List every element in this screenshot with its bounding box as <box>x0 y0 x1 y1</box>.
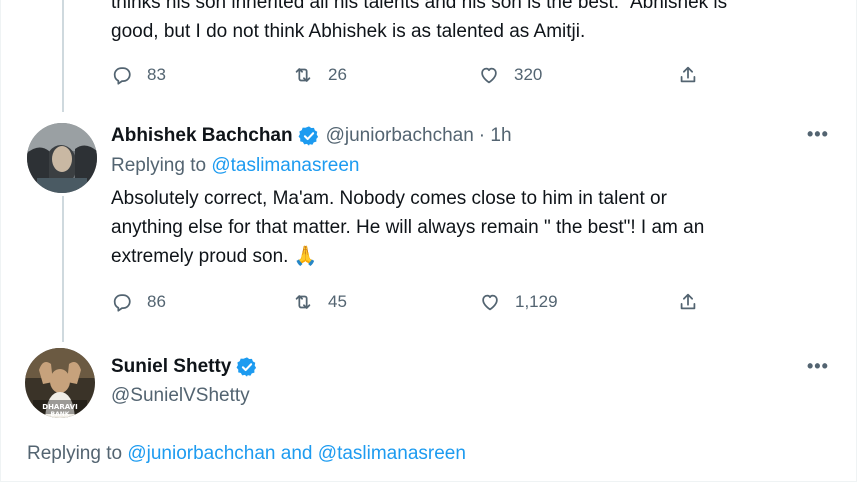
tweet-1-text-line-1: thinks his son inherited all his talents… <box>111 0 728 13</box>
svg-text:DHARAVI: DHARAVI <box>42 403 77 411</box>
tweet-2-actions: 86 45 1,129 <box>111 291 699 313</box>
retweet-button[interactable]: 26 <box>292 64 478 86</box>
share-icon <box>680 66 696 83</box>
thread-line-top <box>62 0 64 112</box>
replying-label: Replying to <box>111 155 212 176</box>
like-button[interactable]: 320 <box>478 64 677 86</box>
like-count: 1,129 <box>515 292 558 311</box>
avatar-suniel-image: DHARAVI BANK <box>25 348 95 418</box>
share-button[interactable] <box>677 64 699 86</box>
reply-count: 83 <box>147 65 166 84</box>
replying-and: and <box>275 443 318 464</box>
more-icon[interactable]: ••• <box>807 356 829 377</box>
tweet-2-text-line-1: Absolutely correct, Ma'am. Nobody comes … <box>111 188 667 209</box>
retweet-icon <box>295 68 311 82</box>
verified-badge-icon <box>236 357 257 377</box>
replying-to-link[interactable]: @taslimanasreen <box>211 155 359 176</box>
replying-to-link-2[interactable]: @taslimanasreen <box>318 443 466 464</box>
share-button[interactable] <box>677 291 699 313</box>
reply-count: 86 <box>147 292 166 311</box>
tweet-3-replying-to: Replying to @juniorbachchan and @taslima… <box>27 443 466 465</box>
like-button[interactable]: 1,129 <box>479 291 677 313</box>
retweet-icon <box>295 295 311 309</box>
verified-badge-icon <box>298 126 318 146</box>
tweet-2-text-line-3: extremely proud son. 🙏 <box>111 246 318 267</box>
retweet-button[interactable]: 45 <box>292 291 479 313</box>
tweet-2-replying-to: Replying to @taslimanasreen <box>111 155 359 177</box>
avatar-abhishek[interactable] <box>27 123 97 193</box>
retweet-count: 26 <box>328 65 347 84</box>
user-handle[interactable]: @SunielVShetty <box>111 385 250 407</box>
tweet-1-actions: 83 26 320 <box>111 64 699 86</box>
tweet-2-text-line-2: anything else for that matter. He will a… <box>111 217 705 238</box>
svg-text:BANK: BANK <box>51 411 70 418</box>
like-count: 320 <box>514 65 543 84</box>
user-handle[interactable]: @juniorbachchan <box>326 125 474 147</box>
display-name[interactable]: Suniel Shetty <box>111 356 231 378</box>
thread-line-middle <box>62 196 64 342</box>
avatar-suniel[interactable]: DHARAVI BANK <box>25 348 95 418</box>
share-icon <box>680 293 696 310</box>
like-icon <box>482 294 498 311</box>
more-icon[interactable]: ••• <box>807 124 829 145</box>
tweet-3-header: Suniel Shetty <box>111 356 258 378</box>
tweet-time[interactable]: · 1h <box>479 125 512 147</box>
avatar-abhishek-image <box>27 123 97 193</box>
left-border <box>0 0 1 482</box>
reply-icon <box>113 67 131 85</box>
display-name[interactable]: Abhishek Bachchan <box>111 125 293 147</box>
tweet-1-text-line-2: good, but I do not think Abhishek is as … <box>111 21 586 42</box>
reply-button[interactable]: 86 <box>111 291 292 313</box>
replying-label: Replying to <box>27 443 128 464</box>
retweet-count: 45 <box>328 292 347 311</box>
like-icon <box>481 67 497 84</box>
replying-to-link-1[interactable]: @juniorbachchan <box>127 443 275 464</box>
tweet-2-header: Abhishek Bachchan @juniorbachchan · 1h <box>111 125 512 147</box>
reply-icon <box>113 294 131 312</box>
reply-button[interactable]: 83 <box>111 64 292 86</box>
